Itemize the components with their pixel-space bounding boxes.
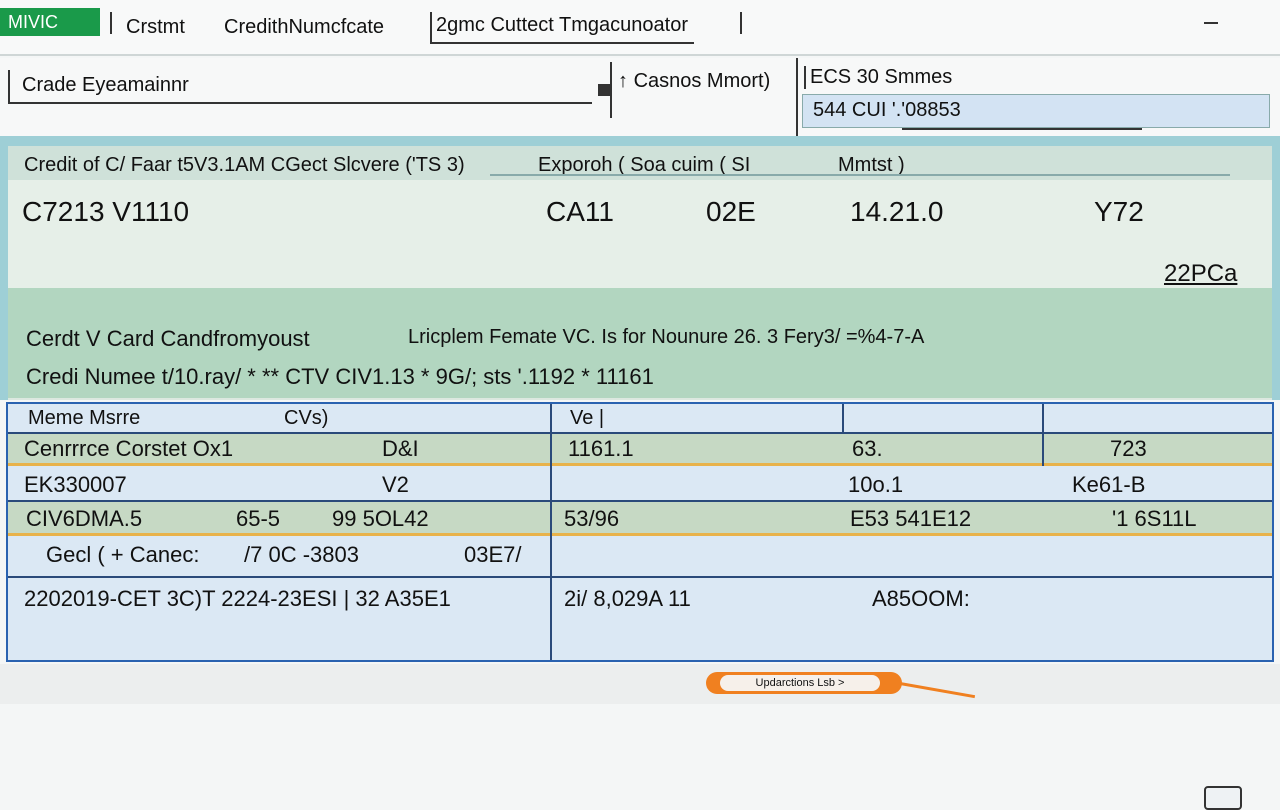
tab-credit-number[interactable]: CredithNumcfcate	[224, 16, 384, 39]
divider	[8, 576, 1272, 578]
action-button[interactable]	[1204, 786, 1242, 810]
table-row[interactable]: 2202019-CET 3C)T 2224-23ESI | 32 A35E1 2…	[8, 576, 1272, 810]
table-cell: Gecl ( + Canec:	[46, 542, 200, 567]
table-cell: V2	[382, 472, 409, 497]
tab-crstmt[interactable]: Crstmt	[126, 16, 185, 39]
tab-active[interactable]: 2gmc Cuttect Tmgacunoator	[430, 12, 694, 44]
table-row[interactable]: CIV6DMA.5 65-5 99 5OL42 53/96 E53 541E12…	[8, 502, 1272, 536]
value-code: C7213 V1110	[22, 196, 190, 227]
table-cell: CIV6DMA.5	[26, 506, 143, 531]
divider	[902, 128, 1142, 130]
divider	[796, 58, 798, 136]
arrow-icon: ↑	[618, 70, 634, 92]
table-cell: 2i/ 8,029A 11	[564, 586, 691, 611]
table-cell: E53 541E12	[850, 506, 972, 531]
resize-handle-icon[interactable]	[598, 84, 610, 96]
sum-link[interactable]: 22PCa	[1164, 260, 1237, 288]
ecs-label: ECS 30 Smmes	[804, 66, 952, 89]
table-cell: 10o.1	[848, 472, 904, 497]
app-logo: MIVIC	[0, 8, 100, 36]
table-cell: 1161.1	[568, 436, 634, 461]
divider	[550, 404, 552, 660]
pointer-icon	[899, 682, 976, 699]
input-row: Crade Eyeamainnr ↑ Casnos Mmort) ECS 30 …	[0, 58, 1280, 136]
table-cell: A85OOM:	[872, 586, 970, 611]
column-header: Ve |	[570, 407, 605, 429]
divider	[8, 500, 1272, 502]
table-cell: 63.	[852, 436, 883, 461]
table-cell: 53/96	[564, 506, 620, 531]
minimize-icon[interactable]	[1204, 22, 1218, 24]
card-detail-right: Lricplem Femate VC. Is for Nounure 26. 3…	[408, 326, 925, 348]
column-header: Meme Msrre	[28, 407, 141, 429]
table-row[interactable]: EK330007 V2 10o.1 Ke61-B	[8, 466, 1272, 500]
header-credit-label: Credit of C/ Faar t5V3.1AM CGect Slcvere…	[24, 154, 465, 176]
table-cell: 2202019-CET 3C)T 2224-23ESI | 32 A35E1	[24, 586, 451, 611]
ecs-input[interactable]: 544 CUI '.'08853	[802, 94, 1270, 128]
table-cell: '1 6S11L	[1112, 506, 1197, 531]
transactions-table: Meme Msrre CVs) Ve | Cenrrrce Corstet Ox…	[6, 402, 1274, 810]
card-name-input[interactable]: Crade Eyeamainnr	[8, 70, 592, 104]
divider	[490, 174, 1230, 176]
table-row[interactable]: Cenrrrce Corstet Ox1 D&I 1161.1 63. 723	[8, 432, 1272, 466]
cashed-label-text: Casnos Mmort)	[633, 70, 771, 92]
table-cell: EK330007	[24, 472, 127, 497]
value-y72: Y72	[1094, 196, 1144, 227]
card-detail-line: Cerdt V Card Candfromyoust	[26, 326, 310, 351]
table-cell: Ke61-B	[1072, 472, 1146, 497]
credit-panel: Credit of C/ Faar t5V3.1AM CGect Slcvere…	[0, 136, 1280, 400]
credit-number-line: Credi Numee t/10.ray/ * ** CTV CIV1.13 *…	[26, 364, 654, 389]
table-cell: /7 0C -3803	[244, 542, 359, 567]
table-cell: 723	[1110, 436, 1147, 461]
bottom-action-label[interactable]: Updarctions Lsb >	[720, 675, 880, 691]
top-toolbar: MIVIC Crstmt CredithNumcfcate 2gmc Cutte…	[0, 0, 1280, 56]
value-ca: CA11	[546, 196, 614, 227]
table-cell: 65-5	[236, 506, 281, 531]
values-area	[8, 180, 1272, 288]
table-cell: D&I	[382, 436, 419, 461]
column-header: CVs)	[284, 407, 329, 429]
table-row[interactable]: Gecl ( + Canec: /7 0C -3803 03E7/	[8, 536, 1272, 576]
toolbar-separator	[110, 12, 112, 34]
value-02e: 02E	[706, 196, 756, 227]
table-cell: 03E7/	[464, 542, 522, 567]
toolbar-separator	[740, 12, 742, 34]
divider	[1042, 404, 1044, 466]
divider	[610, 62, 612, 118]
table-cell: 99 5OL42	[332, 506, 429, 531]
divider	[8, 432, 1272, 434]
value-amount: 14.21.0	[850, 196, 944, 227]
divider	[842, 404, 844, 432]
cashed-label: ↑ Casnos Mmort)	[618, 70, 770, 93]
table-cell: Cenrrrce Corstet Ox1	[24, 436, 234, 461]
bottom-bar: Updarctions Lsb >	[0, 664, 1280, 704]
table-header: Meme Msrre CVs) Ve |	[8, 404, 1272, 432]
